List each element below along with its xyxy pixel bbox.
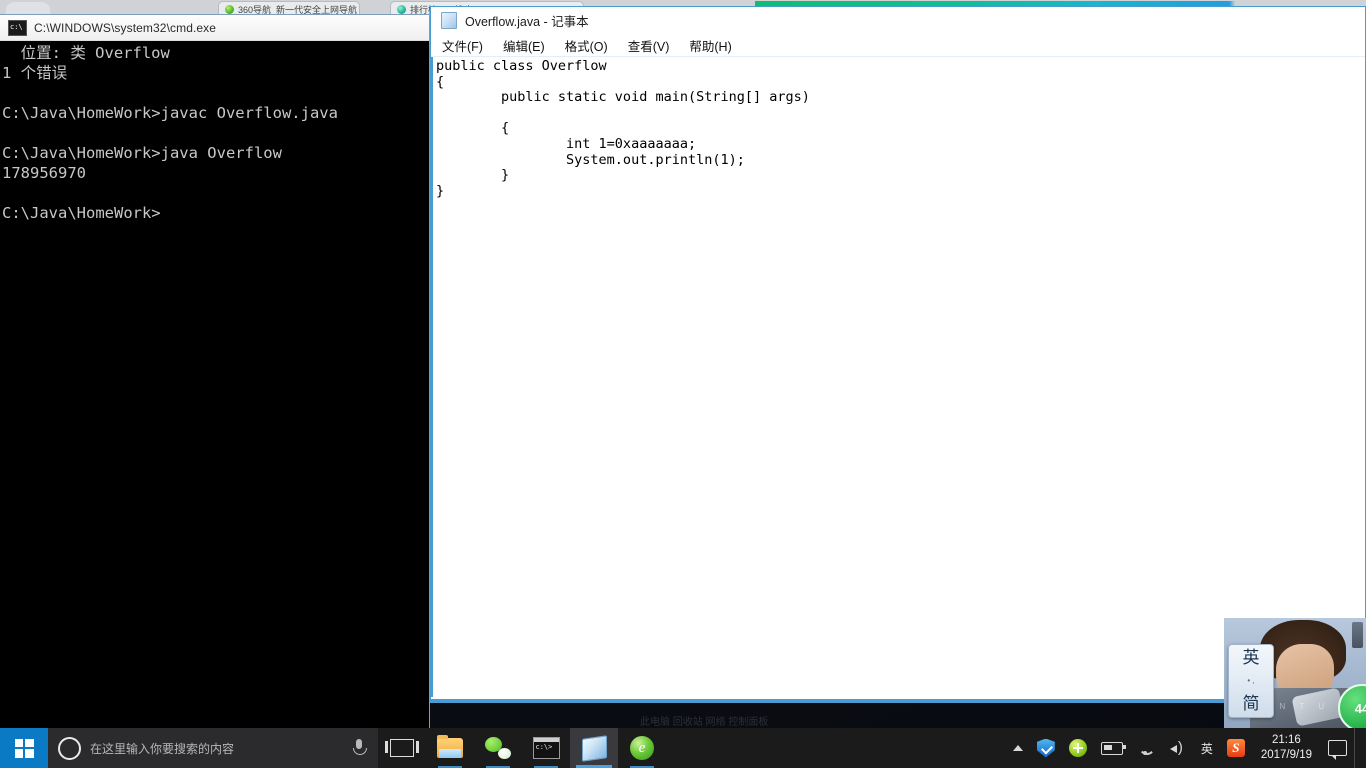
favicon-icon [225,5,234,14]
speaker-icon [1169,739,1187,757]
ime-tray-indicator[interactable]: 英 [1194,728,1220,768]
ime-simplified-icon[interactable]: 简 [1243,694,1260,714]
shield-icon [1036,738,1055,758]
task-view-button[interactable] [378,728,426,768]
booster-tray-button[interactable] [1062,728,1094,768]
taskbar[interactable]: 在这里输入你要搜索的内容 c:\> e) 英 S 21:16 2017/9/1… [0,728,1366,768]
notepad-text-area[interactable]: public class Overflow { public static vo… [431,57,1365,697]
notepad-titlebar[interactable]: Overflow.java - 记事本 [431,7,1365,34]
sogou-tray-button[interactable]: S [1220,728,1252,768]
system-tray[interactable]: 英 S 21:16 2017/9/19 [1006,728,1366,768]
cmd-window-title: C:\WINDOWS\system32\cmd.exe [34,20,217,35]
wechat-button[interactable] [474,728,522,768]
windows-logo-icon [14,738,34,758]
notepad-taskbar-button[interactable] [570,728,618,768]
cortana-icon[interactable] [58,736,81,760]
security-tray-button[interactable] [1030,728,1062,768]
plus-circle-icon [1068,739,1087,757]
browser-tab-label: 360导航_新一代安全上网导航 [238,4,358,15]
console-icon [532,737,560,759]
show-desktop-button[interactable] [1354,728,1362,768]
task-view-icon [385,739,419,757]
start-button[interactable] [0,728,48,768]
ime-punctuation-icon[interactable]: • , [1247,677,1254,685]
wechat-icon [485,737,511,759]
battery-icon [1100,741,1126,755]
search-input[interactable]: 在这里输入你要搜索的内容 [90,740,341,757]
cmd-window[interactable]: C:\WINDOWS\system32\cmd.exe 位置: 类 Overfl… [0,14,430,729]
wifi-icon [1137,741,1155,755]
menu-view[interactable]: 查看(V) [625,35,673,56]
tray-overflow-button[interactable] [1006,728,1030,768]
cmd-console-output[interactable]: 位置: 类 Overflow 1 个错误 C:\Java\HomeWork>ja… [0,41,429,729]
folder-icon [437,735,463,758]
ime-language-icon[interactable]: 英 [1243,648,1260,668]
battery-tray-button[interactable] [1094,728,1130,768]
notepad-window-title: Overflow.java - 记事本 [465,14,589,29]
ime-floating-bar[interactable]: 英 • , 简 [1228,644,1274,718]
clock-time: 21:16 [1272,734,1301,746]
notification-center-button[interactable] [1321,728,1354,768]
notepad-menubar[interactable]: 文件(F) 编辑(E) 格式(O) 查看(V) 帮助(H) [431,34,1365,57]
clock[interactable]: 21:16 2017/9/19 [1252,728,1321,768]
menu-format[interactable]: 格式(O) [562,35,611,56]
network-tray-button[interactable] [1130,728,1162,768]
menu-file[interactable]: 文件(F) [439,35,486,56]
menu-edit[interactable]: 编辑(E) [500,35,548,56]
file-explorer-button[interactable] [426,728,474,768]
sogou-icon: S [1226,739,1245,757]
notification-icon [1328,740,1347,760]
volume-tray-button[interactable] [1162,728,1194,768]
scrollbar-nub[interactable] [1352,622,1363,648]
screen: 此电脑 回收站 网络 控制面板 360导航_新一代安全上网导航 排行榜-360搜… [0,0,1366,768]
browser360-button[interactable] [618,728,666,768]
clock-date: 2017/9/19 [1260,749,1312,761]
cmd-titlebar[interactable]: C:\WINDOWS\system32\cmd.exe [0,15,429,41]
notepad-icon [581,734,607,762]
cmd-taskbar-button[interactable] [522,728,570,768]
microphone-icon[interactable] [350,737,368,759]
notepad-icon [441,11,457,29]
menu-help[interactable]: 帮助(H) [686,35,734,56]
search-box[interactable]: 在这里输入你要搜索的内容 [48,728,378,768]
favicon-icon [397,5,406,14]
console-icon [8,19,27,36]
chevron-up-icon [1012,745,1023,751]
browser-icon [630,736,654,760]
notepad-window[interactable]: Overflow.java - 记事本 文件(F) 编辑(E) 格式(O) 查看… [430,6,1366,703]
